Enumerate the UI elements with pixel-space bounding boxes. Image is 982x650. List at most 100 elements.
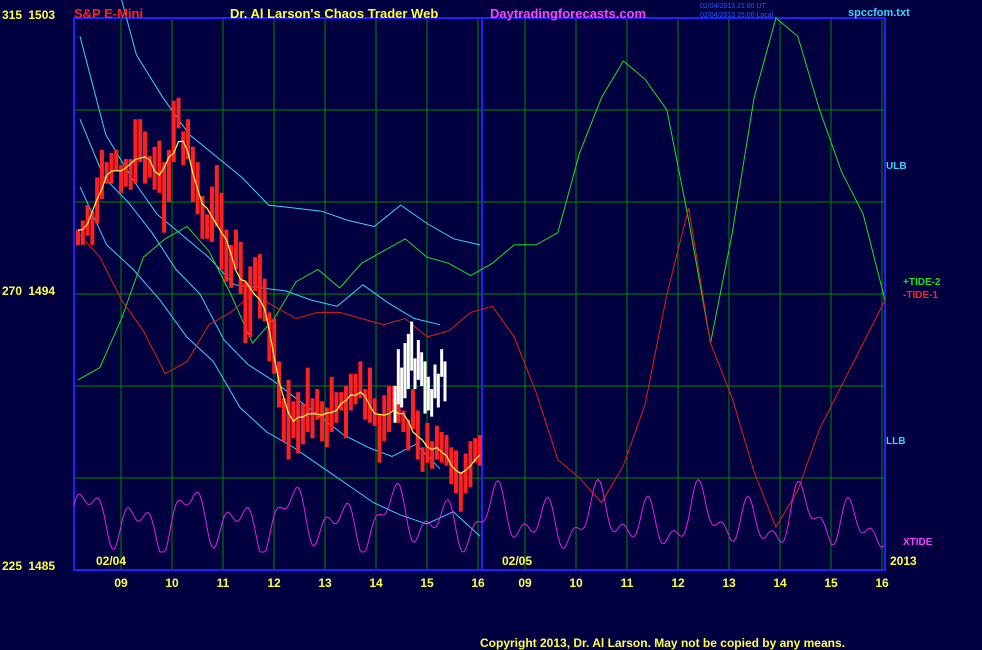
price-bar-22 [181, 131, 186, 166]
price-bar-58 [353, 373, 358, 405]
price-bar-13 [138, 119, 143, 163]
hour-tick-9: 10 [569, 576, 583, 590]
price-bar-76 [439, 432, 444, 463]
hour-tick-1: 10 [165, 576, 179, 590]
price-bar-64 [382, 395, 387, 442]
price-bar-36 [248, 266, 253, 337]
price-bar-49 [310, 398, 315, 439]
price-bar-33 [233, 229, 238, 270]
price-bar-80 [458, 471, 463, 512]
forecast-bar-8 [420, 352, 424, 386]
hour-tick-6: 15 [420, 576, 434, 590]
hour-tick-4: 13 [318, 576, 332, 590]
hour-tick-0: 09 [114, 576, 128, 590]
y-top-price: 1503 [28, 8, 56, 22]
y-label-mid: 270 1494 [2, 285, 55, 297]
y-mid-osc: 270 [2, 284, 23, 298]
price-bar-7 [109, 152, 114, 184]
date-label-start: 02/04 [96, 554, 127, 568]
forecast-bar-14 [440, 349, 444, 377]
forecast-bar-3 [403, 343, 407, 399]
price-bar-77 [444, 435, 449, 466]
forecast-bar-12 [433, 364, 437, 399]
forecast-bar-13 [436, 373, 440, 408]
forecast-bar-2 [400, 367, 404, 408]
price-bar-47 [300, 404, 305, 445]
ulb-label: ULB [886, 161, 907, 172]
date-label-mid: 02/05 [502, 554, 533, 568]
hour-tick-labels: 09 10 11 12 13 14 15 16 09 10 11 12 13 14 15 16 [114, 576, 889, 590]
price-bar-74 [430, 441, 435, 469]
timestamp-local: 02/04/2013 15:00 Local [700, 12, 774, 19]
hour-tick-2: 11 [217, 576, 230, 590]
forecast-bar-0 [393, 386, 397, 423]
price-bar-48 [305, 367, 310, 432]
price-bar-17 [157, 140, 162, 193]
price-bar-10 [123, 159, 128, 187]
price-bar-56 [344, 386, 348, 439]
y-mid-price: 1494 [28, 284, 56, 298]
price-bar-50 [315, 389, 320, 420]
tide1-label: -TIDE-1 [903, 290, 938, 301]
forecast-bar-6 [413, 358, 417, 390]
price-bar-81 [463, 453, 468, 494]
forecast-bar-4 [406, 333, 410, 390]
price-bar-44 [286, 379, 291, 460]
hour-tick-5: 14 [369, 576, 383, 590]
price-bar-1 [80, 220, 85, 245]
forecast-bar-1 [396, 349, 400, 405]
price-bar-29 [214, 165, 219, 227]
hour-tick-10: 11 [621, 576, 634, 590]
chaos-trader-chart: 09 10 11 12 13 14 15 16 09 10 11 12 13 14 15 16 [73, 0, 889, 590]
price-bar-55 [339, 392, 344, 411]
price-bar-35 [243, 281, 248, 344]
price-bars [76, 97, 482, 512]
hour-tick-11: 12 [671, 576, 685, 590]
data-file-name: spccfom.txt [848, 7, 910, 19]
price-bar-63 [377, 413, 382, 463]
y-label-top: 315 1503 [2, 9, 55, 21]
forecast-bar-10 [426, 376, 430, 411]
price-bar-84 [478, 435, 482, 466]
price-bar-61 [367, 367, 372, 423]
price-bar-18 [162, 162, 167, 233]
y-top-osc: 315 [2, 8, 23, 22]
xtide-label: XTIDE [903, 537, 933, 548]
site-link[interactable]: Daytradingforecasts.com [490, 6, 646, 21]
price-bar-0 [76, 229, 80, 245]
price-bar-70 [411, 389, 415, 429]
price-bar-38 [257, 254, 262, 319]
hour-tick-3: 12 [267, 576, 281, 590]
tide2-label: +TIDE-2 [903, 277, 941, 288]
hour-tick-12: 13 [722, 576, 736, 590]
price-bar-72 [420, 447, 425, 472]
source-title: Dr. Al Larson's Chaos Trader Web [230, 6, 439, 21]
price-bar-27 [205, 214, 210, 239]
price-bar-34 [238, 241, 243, 294]
instrument-title: S&P E-Mini [74, 6, 143, 21]
copyright-notice: Copyright 2013, Dr. Al Larson. May not b… [480, 636, 845, 650]
hour-tick-7: 16 [471, 576, 485, 590]
hour-tick-8: 09 [518, 576, 532, 590]
llb-label: LLB [886, 436, 906, 447]
forecast-bar-7 [416, 340, 420, 380]
y-bottom-osc: 225 [2, 559, 23, 573]
price-bar-21 [176, 97, 181, 129]
y-bottom-price: 1485 [28, 559, 56, 573]
timestamp-ut: 02/04/2013 21:00 UT [700, 3, 766, 10]
price-bar-60 [363, 389, 368, 420]
forecast-bar-5 [410, 321, 414, 371]
forecast-bar-9 [423, 361, 427, 414]
instrument-label: S&P E-Mini [74, 6, 144, 21]
hour-tick-13: 14 [773, 576, 787, 590]
hour-tick-14: 15 [824, 576, 838, 590]
price-bar-37 [253, 257, 258, 291]
forecast-bar-15 [443, 361, 447, 402]
price-bar-43 [281, 398, 286, 442]
hour-tick-15: 16 [875, 576, 889, 590]
price-bar-12 [133, 119, 138, 184]
price-bar-65 [387, 386, 392, 432]
gridlines [74, 18, 885, 570]
forecast-bar-11 [430, 389, 434, 417]
price-bar-73 [425, 422, 430, 463]
